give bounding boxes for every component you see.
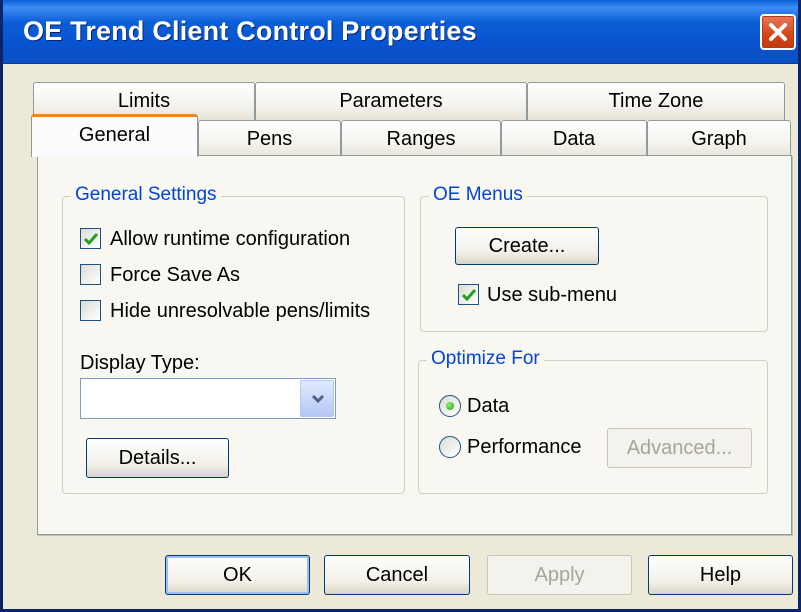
general-settings-title: General Settings [71, 184, 221, 206]
general-tab-panel: General Settings Allow runtime configura… [37, 155, 792, 535]
general-settings-group: General Settings Allow runtime configura… [62, 184, 405, 494]
optimize-for-title: Optimize For [427, 348, 544, 370]
tab-general[interactable]: General [31, 114, 198, 157]
display-type-select[interactable] [80, 378, 336, 419]
chevron-down-icon [311, 394, 325, 404]
window-title: OE Trend Client Control Properties [23, 16, 477, 46]
apply-button[interactable]: Apply [487, 555, 632, 595]
tab-data[interactable]: Data [501, 120, 647, 158]
ok-button[interactable]: OK [165, 555, 310, 595]
details-button[interactable]: Details... [86, 438, 229, 478]
oe-menus-title: OE Menus [429, 184, 527, 206]
check-mark-icon [83, 233, 99, 246]
tab-ranges[interactable]: Ranges [341, 120, 501, 158]
radio-selected-dot [446, 402, 454, 410]
optimize-for-group: Optimize For Data Performance Advanced..… [418, 348, 768, 494]
tab-parameters[interactable]: Parameters [255, 82, 527, 120]
tab-time-zone[interactable]: Time Zone [527, 82, 785, 120]
help-button[interactable]: Help [648, 555, 793, 595]
display-type-dropdown-button[interactable] [300, 380, 334, 417]
force-save-as-label[interactable]: Force Save As [110, 264, 240, 287]
display-type-label: Display Type: [80, 352, 200, 374]
allow-runtime-label[interactable]: Allow runtime configuration [110, 228, 350, 251]
check-mark-icon [461, 289, 477, 302]
create-menu-button[interactable]: Create... [455, 227, 599, 265]
use-submenu-checkbox[interactable] [458, 284, 479, 305]
tab-graph[interactable]: Graph [647, 120, 791, 158]
close-button[interactable] [760, 14, 796, 50]
tab-pens[interactable]: Pens [198, 120, 341, 158]
performance-radio-label[interactable]: Performance [467, 436, 582, 459]
title-bar[interactable]: OE Trend Client Control Properties [3, 0, 798, 64]
performance-radio[interactable] [439, 436, 461, 458]
advanced-button[interactable]: Advanced... [607, 428, 752, 468]
data-radio[interactable] [439, 395, 461, 417]
cancel-button[interactable]: Cancel [324, 555, 470, 595]
oe-menus-group: OE Menus Create... Use sub-menu [420, 184, 768, 332]
use-submenu-label[interactable]: Use sub-menu [487, 284, 617, 307]
hide-unresolvable-label[interactable]: Hide unresolvable pens/limits [110, 300, 370, 323]
properties-dialog: OE Trend Client Control Properties Limit… [0, 0, 801, 612]
data-radio-label[interactable]: Data [467, 395, 509, 418]
hide-unresolvable-checkbox[interactable] [80, 300, 101, 321]
close-icon [769, 23, 787, 41]
allow-runtime-checkbox[interactable] [80, 228, 101, 249]
force-save-as-checkbox[interactable] [80, 264, 101, 285]
